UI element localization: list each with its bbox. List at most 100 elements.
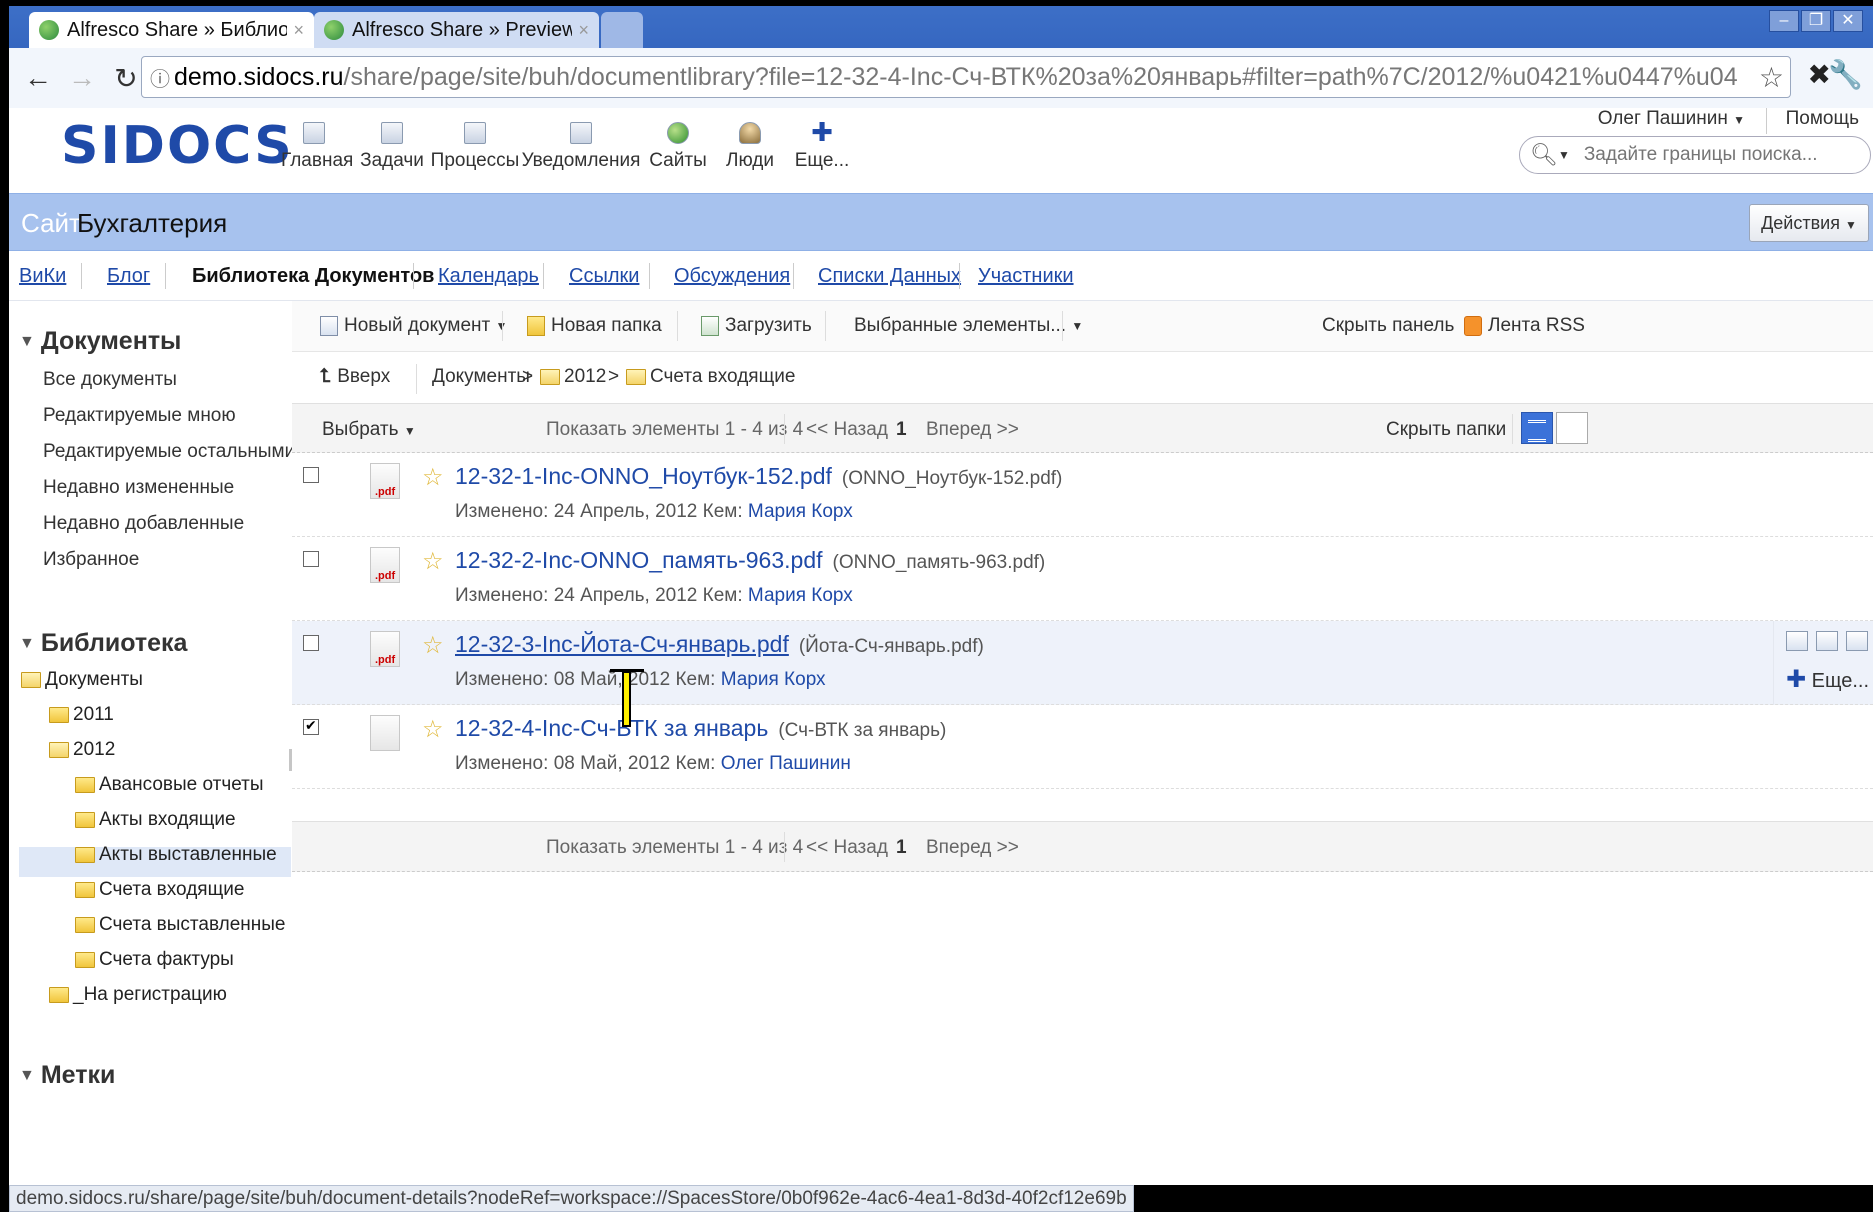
breadcrumb-2012[interactable]: 2012 [540, 366, 606, 388]
user-menu[interactable]: Олег Пашинин ▼ [1598, 108, 1745, 130]
file-name-link[interactable]: 12-32-1-Inc-ONNO_Ноутбук-152.pdf (ONNO_Но… [455, 463, 1062, 490]
modifier-link[interactable]: Мария Корх [748, 501, 853, 522]
library-section-toggle[interactable]: ▼ Библиотека [19, 629, 187, 658]
tree-node-issued-invoices[interactable]: Счета выставленные [75, 914, 286, 936]
browser-tab-preview[interactable]: Alfresco Share » Preview × [314, 12, 599, 48]
tab-wiki[interactable]: ВиКи [19, 265, 66, 288]
filter-recently-modified[interactable]: Недавно измененные [43, 477, 234, 499]
tree-node-registration[interactable]: _На регистрацию [49, 984, 227, 1006]
sidocs-logo[interactable]: SIDOCS [61, 116, 294, 176]
tree-node-2012[interactable]: 2012 [49, 739, 115, 761]
row-checkbox[interactable] [303, 551, 319, 567]
email-icon[interactable] [1816, 631, 1838, 651]
nav-notifications[interactable]: Уведомления [521, 122, 641, 172]
tab-discussions[interactable]: Обсуждения [674, 265, 790, 288]
hide-panel-link[interactable]: Скрыть панель [1322, 315, 1454, 337]
maximize-icon[interactable]: ❐ [1801, 10, 1831, 32]
modifier-link[interactable]: Мария Корх [748, 585, 853, 606]
upload-button[interactable]: Загрузить [701, 315, 812, 337]
nav-workflows[interactable]: Процессы [430, 122, 520, 172]
favourite-star-icon[interactable]: ☆ [422, 715, 444, 744]
favourite-star-icon[interactable]: ☆ [422, 463, 444, 492]
new-folder-button[interactable]: Новая папка [527, 315, 662, 337]
breadcrumb-documents[interactable]: Документы [432, 366, 530, 388]
pdf-file-icon[interactable]: .pdf [370, 631, 400, 667]
filter-all-documents[interactable]: Все документы [43, 369, 177, 391]
tab-calendar[interactable]: Календарь [438, 265, 539, 288]
modifier-link[interactable]: Олег Пашинин [721, 753, 851, 774]
tab-links[interactable]: Ссылки [569, 265, 639, 288]
tree-node-advance-reports[interactable]: Авансовые отчеты [75, 774, 264, 796]
favourite-star-icon[interactable]: ☆ [422, 547, 444, 576]
simple-view-icon[interactable] [1556, 412, 1588, 444]
table-row[interactable]: .pdf ☆ 12-32-1-Inc-ONNO_Ноутбук-152.pdf (… [292, 453, 1873, 537]
address-bar[interactable]: ⓘ demo.sidocs.ru/share/page/site/buh/doc… [141, 56, 1791, 98]
download-icon[interactable] [1786, 631, 1808, 651]
tree-node-incoming-invoices[interactable]: Счета входящие [75, 879, 244, 901]
new-tab-button[interactable] [601, 12, 643, 48]
reload-icon[interactable]: ↻ [111, 62, 141, 95]
nav-tasks[interactable]: Задачи [359, 122, 425, 172]
tree-node-2011[interactable]: 2011 [49, 704, 114, 726]
browser-tab-active[interactable]: Alfresco Share » Библио × [29, 12, 314, 48]
up-folder-button[interactable]: ⮤ Вверх [320, 366, 390, 388]
tab-members[interactable]: Участники [978, 265, 1074, 288]
bookmark-star-icon[interactable]: ☆ [1758, 61, 1784, 94]
file-name-link[interactable]: 12-32-4-Inc-Сч-ВТК за январь (Сч-ВТК за я… [455, 715, 946, 742]
filter-recently-added[interactable]: Недавно добавленные [43, 513, 244, 535]
tree-node-tax-invoices[interactable]: Счета фактуры [75, 949, 234, 971]
site-actions-button[interactable]: Действия ▼ [1749, 204, 1869, 242]
modifier-link[interactable]: Мария Корх [721, 669, 826, 690]
filter-editing-others[interactable]: Редактируемые остальными [43, 441, 295, 463]
minimize-icon[interactable]: – [1769, 10, 1799, 32]
tab-close-icon[interactable]: × [578, 20, 589, 41]
selected-items-menu[interactable]: Выбранные элементы... ▼ [854, 315, 1083, 337]
nav-people[interactable]: Люди [717, 122, 783, 172]
select-menu[interactable]: Выбрать ▼ [322, 419, 416, 441]
search-icon[interactable]: 🔍︎ [1530, 142, 1558, 168]
nav-sites[interactable]: Сайты [645, 122, 711, 172]
documents-section-toggle[interactable]: ▼ Документы [19, 327, 181, 356]
tree-node-issued-acts[interactable]: Акты выставленные [75, 844, 277, 866]
wrench-icon[interactable]: 🔧 [1828, 58, 1863, 91]
rss-feed-link[interactable]: Лента RSS [1464, 315, 1585, 337]
row-checkbox[interactable] [303, 467, 319, 483]
file-name-link[interactable]: 12-32-3-Inc-Йота-Сч-январь.pdf (Йота-Сч-я… [455, 631, 984, 658]
tags-section-toggle[interactable]: ▼ Метки [19, 1061, 115, 1090]
tab-close-icon[interactable]: × [293, 20, 304, 41]
pdf-file-icon[interactable]: .pdf [370, 547, 400, 583]
row-checkbox[interactable] [303, 635, 319, 651]
paging-prev[interactable]: << Назад [806, 419, 888, 441]
more-actions-button[interactable]: ✚ Еще... [1786, 665, 1869, 694]
row-checkbox[interactable] [303, 717, 319, 735]
search-box[interactable]: 🔍︎ ▼ [1519, 136, 1871, 174]
nav-more[interactable]: ✚ Еще... [789, 119, 855, 172]
tab-document-library[interactable]: Библиотека Документов [192, 265, 434, 288]
back-arrow-icon[interactable]: ← [23, 62, 53, 94]
paging-prev[interactable]: << Назад [806, 837, 888, 859]
table-row[interactable]: ☆ 12-32-4-Inc-Сч-ВТК за январь (Сч-ВТК за… [292, 705, 1873, 789]
close-window-icon[interactable]: ✕ [1833, 10, 1863, 32]
chevron-down-icon[interactable]: ▼ [1558, 148, 1570, 162]
table-row[interactable]: .pdf ☆ 12-32-2-Inc-ONNO_память-963.pdf (O… [292, 537, 1873, 621]
generic-file-icon[interactable] [370, 715, 400, 751]
table-row[interactable]: .pdf ☆ 12-32-3-Inc-Йота-Сч-январь.pdf (Йо… [292, 621, 1873, 705]
copy-icon[interactable] [1846, 631, 1868, 651]
forward-arrow-icon[interactable]: → [67, 62, 97, 94]
pdf-file-icon[interactable]: .pdf [370, 463, 400, 499]
filter-favourites[interactable]: Избранное [43, 549, 139, 571]
page-info-icon[interactable]: ⓘ [150, 63, 170, 92]
file-name-link[interactable]: 12-32-2-Inc-ONNO_память-963.pdf (ONNO_пам… [455, 547, 1045, 574]
paging-next[interactable]: Вперед >> [926, 419, 1019, 441]
filter-editing-me[interactable]: Редактируемые мною [43, 405, 236, 427]
favourite-star-icon[interactable]: ☆ [422, 631, 444, 660]
tree-node-incoming-acts[interactable]: Акты входящие [75, 809, 236, 831]
hide-folders-link[interactable]: Скрыть папки [1386, 419, 1506, 441]
tab-data-lists[interactable]: Списки Данных [818, 265, 961, 288]
tab-blog[interactable]: Блог [107, 265, 150, 288]
paging-next[interactable]: Вперед >> [926, 837, 1019, 859]
help-link[interactable]: Помощь [1786, 108, 1859, 130]
detailed-view-icon[interactable] [1521, 412, 1553, 444]
tree-node-documents[interactable]: Документы [21, 669, 143, 691]
search-input[interactable] [1583, 144, 1854, 166]
